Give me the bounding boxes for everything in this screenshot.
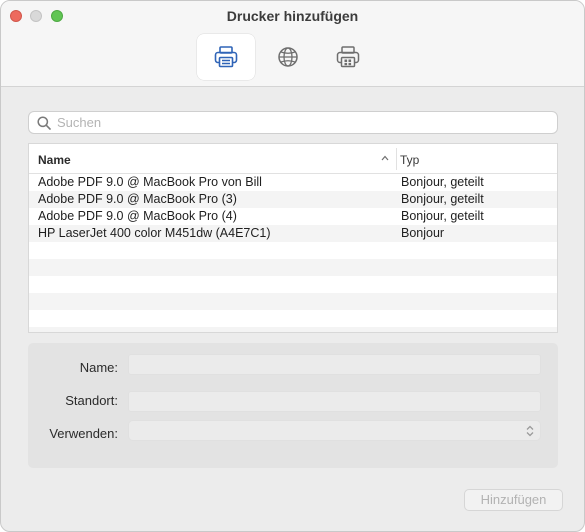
name-field[interactable] xyxy=(128,354,541,375)
table-header: Name Typ xyxy=(29,144,557,174)
printer-details-panel: Name: Standort: Verwenden: xyxy=(28,343,558,468)
use-label: Verwenden: xyxy=(49,426,118,441)
printer-type-cell: Bonjour, geteilt xyxy=(401,209,484,223)
search-input[interactable] xyxy=(57,114,547,131)
empty-row xyxy=(29,259,557,276)
ip-globe-icon xyxy=(278,47,298,67)
name-label: Name: xyxy=(79,360,118,375)
empty-row xyxy=(29,242,557,259)
location-field[interactable] xyxy=(128,391,541,412)
search-icon xyxy=(37,116,51,130)
table-row[interactable]: Adobe PDF 9.0 @ MacBook Pro von Bill Bon… xyxy=(29,174,557,191)
location-label: Standort: xyxy=(65,393,118,408)
printer-name-cell: Adobe PDF 9.0 @ MacBook Pro (3) xyxy=(38,192,237,206)
add-printer-window: Drucker hinzufügen Suchen Name Typ Adobe… xyxy=(0,0,585,532)
printer-name-cell: HP LaserJet 400 color M451dw (A4E7C1) xyxy=(38,226,271,240)
printer-type-cell: Bonjour, geteilt xyxy=(401,192,484,206)
column-header-type[interactable]: Typ xyxy=(400,153,419,167)
tool-default-printers[interactable] xyxy=(197,34,255,80)
empty-row xyxy=(29,276,557,293)
use-driver-select[interactable] xyxy=(128,420,541,441)
printer-table: Name Typ Adobe PDF 9.0 @ MacBook Pro von… xyxy=(28,143,558,333)
add-button[interactable]: Hinzufügen xyxy=(464,489,563,511)
default-printer-icon xyxy=(214,46,238,68)
windows-printer-icon xyxy=(336,46,360,68)
chevron-up-icon xyxy=(381,155,389,161)
empty-row xyxy=(29,327,557,332)
printer-name-cell: Adobe PDF 9.0 @ MacBook Pro (4) xyxy=(38,209,237,223)
column-header-name[interactable]: Name xyxy=(38,153,71,167)
printer-type-cell: Bonjour xyxy=(401,226,445,240)
window-title: Drucker hinzufügen xyxy=(226,8,359,24)
column-divider[interactable] xyxy=(396,148,397,170)
printer-type-cell: Bonjour, geteilt xyxy=(401,175,484,189)
table-body: Adobe PDF 9.0 @ MacBook Pro von Bill Bon… xyxy=(29,174,557,332)
tool-windows-printer[interactable] xyxy=(319,34,377,80)
up-down-chevron-icon xyxy=(526,425,534,437)
empty-row xyxy=(29,310,557,327)
titlebar: Drucker hinzufügen xyxy=(1,1,584,87)
empty-row xyxy=(29,293,557,310)
table-row[interactable]: Adobe PDF 9.0 @ MacBook Pro (3) Bonjour,… xyxy=(29,191,557,208)
tool-ip-printer[interactable] xyxy=(259,34,317,80)
table-row[interactable]: HP LaserJet 400 color M451dw (A4E7C1) Bo… xyxy=(29,225,557,242)
search-field[interactable] xyxy=(28,111,558,134)
table-row[interactable]: Adobe PDF 9.0 @ MacBook Pro (4) Bonjour,… xyxy=(29,208,557,225)
printer-name-cell: Adobe PDF 9.0 @ MacBook Pro von Bill xyxy=(38,175,262,189)
